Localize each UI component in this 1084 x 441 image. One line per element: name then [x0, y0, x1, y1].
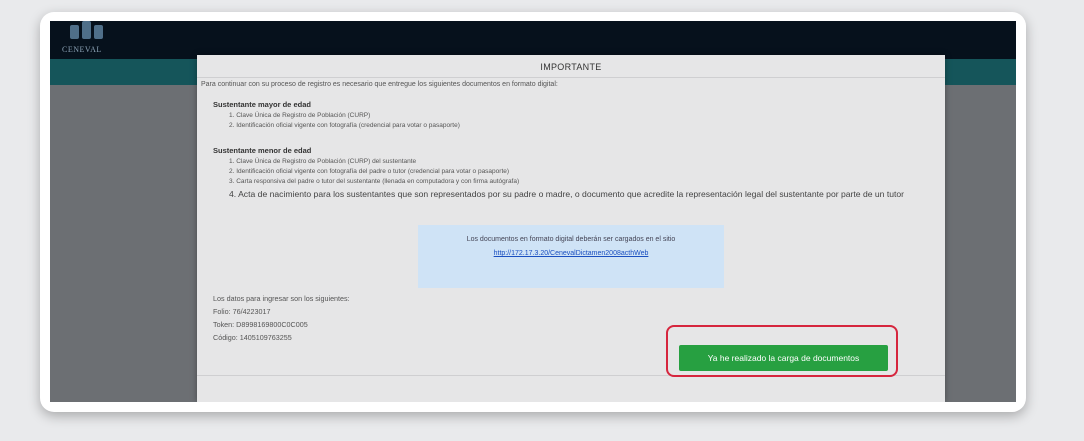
- token-value: Token: D8998169800C0C005: [213, 320, 308, 329]
- adult-item-2: 2. Identificación oficial vigente con fo…: [229, 122, 460, 129]
- adult-item-1: 1. Clave Única de Registro de Población …: [229, 112, 371, 119]
- minor-item-2: 2. Identificación oficial vigente con fo…: [229, 168, 510, 175]
- logo-text: CENEVAL: [62, 45, 102, 54]
- minor-item-4: 4. Acta de nacimiento para los sustentan…: [229, 189, 905, 199]
- folio-value: Folio: 76/4223017: [213, 307, 271, 316]
- modal-title: IMPORTANTE: [540, 62, 602, 72]
- intro-text: Para continuar con su proceso de registr…: [201, 81, 558, 88]
- logo-icon: [70, 21, 106, 43]
- upload-info-box: Los documentos en formato digital deberá…: [418, 225, 724, 288]
- codigo-value: Código: 1405109763255: [213, 333, 292, 342]
- upload-site-link[interactable]: http://172.17.3.20/CenevalDictamen2008ac…: [418, 250, 724, 257]
- ceneval-logo: CENEVAL: [62, 21, 122, 59]
- title-divider: [197, 77, 945, 78]
- minor-item-1: 1. Clave Única de Registro de Población …: [229, 158, 417, 165]
- credentials-heading: Los datos para ingresar son los siguient…: [213, 294, 350, 303]
- top-navbar: CENEVAL: [50, 21, 1016, 59]
- documents-uploaded-button[interactable]: Ya he realizado la carga de documentos: [679, 345, 888, 371]
- minor-section-title: Sustentante menor de edad: [213, 146, 312, 155]
- upload-info-text: Los documentos en formato digital deberá…: [466, 236, 676, 243]
- adult-section-title: Sustentante mayor de edad: [213, 100, 311, 109]
- minor-item-3: 3. Carta responsiva del padre o tutor de…: [229, 178, 520, 185]
